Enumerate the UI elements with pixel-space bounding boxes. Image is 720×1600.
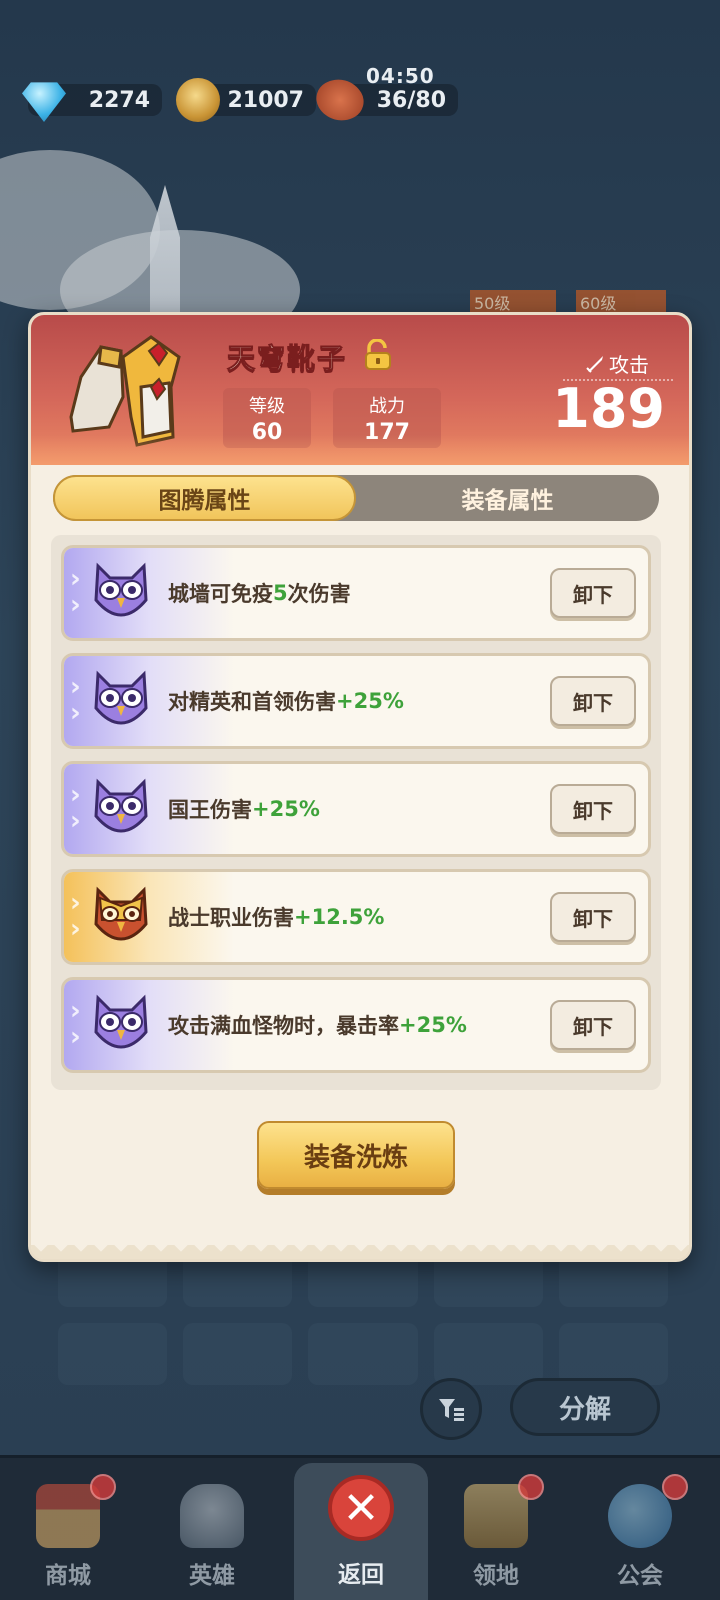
power-label: 战力 [369,396,405,417]
badge-level-60: 60级 [576,290,666,314]
totem-row: › › 攻击满血怪物时，暴击率 +25% 卸下 [61,977,651,1073]
level-stat: 等级 60 [223,388,311,448]
refine-equipment-button[interactable]: 装备洗炼 [257,1121,455,1189]
unequip-button[interactable]: 卸下 [550,784,636,834]
chevron-right-icon: › › [70,780,81,836]
inventory-grid-background [58,1245,668,1385]
stamina-counter[interactable]: 36/80 [309,69,458,131]
boots-icon [69,335,181,447]
castle-tower-icon [464,1484,528,1548]
badge-level-50: 50级 [470,290,556,314]
equipment-detail-modal: 天穹靴子 等级 60 战力 177 攻击 189 图腾属性 装备属性 › › 城… [28,312,692,1262]
unequip-button[interactable]: 卸下 [550,568,636,618]
unequip-button[interactable]: 卸下 [550,892,636,942]
filter-button[interactable] [420,1378,482,1440]
stamina-timer: 04:50 [366,64,435,88]
notification-dot [662,1474,688,1500]
chevron-right-icon: › › [70,996,81,1052]
modal-bottom-edge [31,1245,689,1259]
nav-heroes[interactable]: 英雄 [152,1466,272,1596]
totem-row: › › 对精英和首领伤害 +25% 卸下 [61,653,651,749]
purple-owl-totem-icon [94,778,148,833]
purple-owl-totem-icon [94,670,148,725]
knight-helmet-icon [180,1484,244,1548]
modal-header: 天穹靴子 等级 60 战力 177 攻击 189 [31,315,689,465]
nav-territory[interactable]: 领地 [436,1466,556,1596]
chevron-right-icon: › › [70,888,81,944]
planet-icon [608,1484,672,1548]
totem-description: 城墙可免疫 5 次伤害 [168,581,351,606]
chevron-right-icon: › › [70,564,81,620]
attack-value: 189 [552,377,665,440]
level-label: 等级 [249,396,285,417]
coin-icon [176,78,220,122]
attack-label: 攻击 [585,349,649,378]
totem-description: 攻击满血怪物时，暴击率 +25% [168,1013,467,1038]
nav-shop[interactable]: 商城 [8,1466,128,1596]
nav-back[interactable]: ✕ 返回 [294,1463,428,1600]
level-value: 60 [251,420,283,445]
totem-description: 国王伤害 +25% [168,797,320,822]
power-value: 177 [364,420,410,445]
purple-owl-totem-icon [94,994,148,1049]
close-icon: ✕ [328,1475,394,1541]
coin-counter[interactable]: 21007 [176,78,316,122]
chevron-right-icon: › › [70,672,81,728]
notification-dot [518,1474,544,1500]
stamina-count: 36/80 [376,87,446,113]
notification-dot [90,1474,116,1500]
unequip-button[interactable]: 卸下 [550,676,636,726]
filter-icon [439,1399,464,1421]
item-name: 天穹靴子 [226,342,348,376]
totem-description: 战士职业伤害 +12.5% [168,905,385,930]
unequip-button[interactable]: 卸下 [550,1000,636,1050]
purple-owl-totem-icon [94,562,148,617]
nav-guild[interactable]: 公会 [580,1466,700,1596]
shop-stall-icon [36,1484,100,1548]
tab-equipment-attributes[interactable]: 装备属性 [356,475,659,521]
totem-list: › › 城墙可免疫 5 次伤害 卸下 › › 对精英和首领伤害 +25% 卸下 … [51,535,661,1090]
coin-count: 21007 [227,87,304,113]
totem-row: › › 城墙可免疫 5 次伤害 卸下 [61,545,651,641]
gem-counter[interactable]: 2274 [22,82,162,122]
power-stat: 战力 177 [333,388,441,448]
totem-description: 对精英和首领伤害 +25% [168,689,404,714]
unlocked-padlock-icon[interactable] [363,339,393,371]
totem-row: › › 国王伤害 +25% 卸下 [61,761,651,857]
tab-totem-attributes[interactable]: 图腾属性 [53,475,356,521]
decompose-button[interactable]: 分解 [510,1378,660,1436]
attribute-tabs: 图腾属性 装备属性 [53,475,659,521]
totem-row: › › 战士职业伤害 +12.5% 卸下 [61,869,651,965]
gem-count: 2274 [88,87,150,113]
sword-icon [586,355,603,373]
gold-owl-totem-icon [94,886,148,941]
